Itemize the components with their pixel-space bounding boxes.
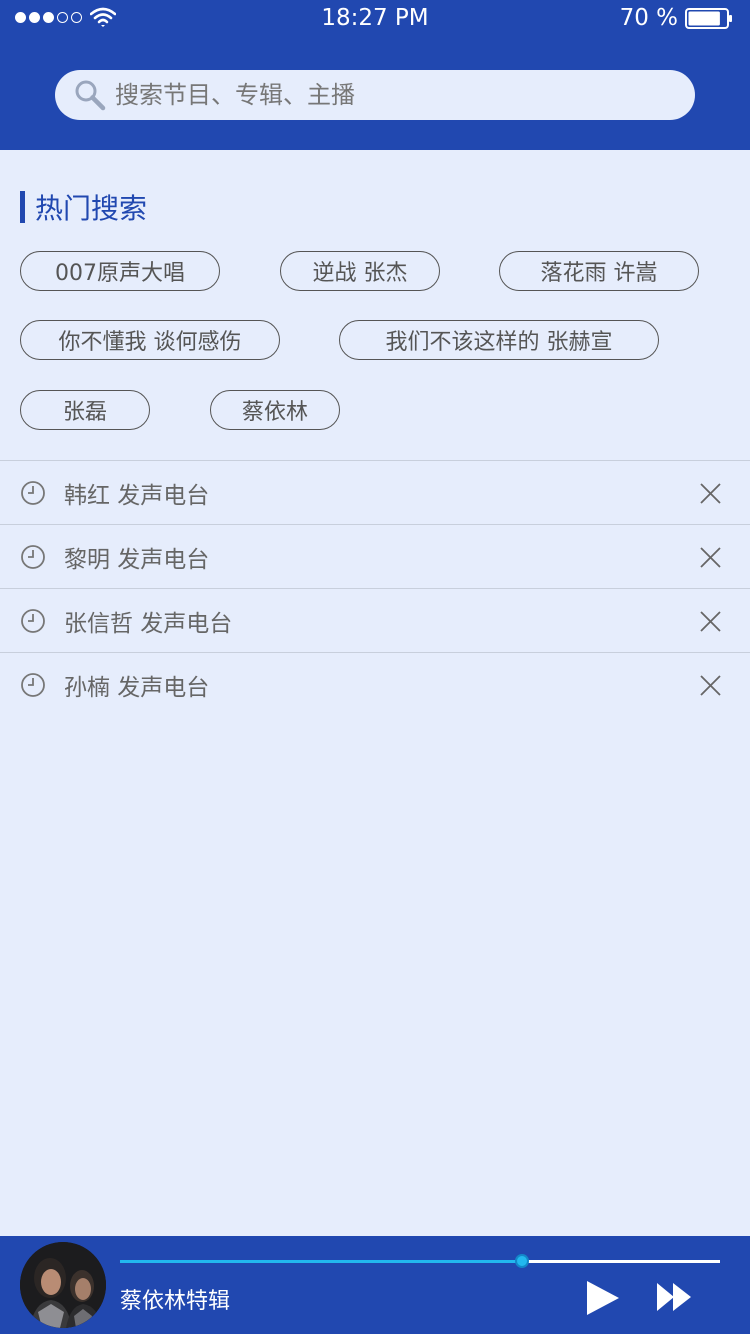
hot-tag[interactable]: 蔡依林 — [210, 390, 340, 430]
hot-tag[interactable]: 落花雨 许嵩 — [499, 251, 699, 291]
clock-icon — [21, 481, 45, 505]
battery-percentage: 70 % — [619, 5, 678, 31]
battery-icon — [685, 8, 732, 29]
clock-icon — [21, 609, 45, 633]
close-icon[interactable] — [700, 675, 721, 696]
hot-search-heading: 热门搜索 — [35, 192, 148, 225]
progress-fill — [120, 1260, 522, 1263]
history-item[interactable]: 孙楠 发声电台 — [0, 653, 750, 717]
history-item-label: 孙楠 发声电台 — [64, 675, 210, 701]
search-history-list: 韩红 发声电台 黎明 发声电台 张信哲 发声电台 孙楠 发声电台 — [0, 460, 750, 717]
close-icon[interactable] — [700, 611, 721, 632]
title-accent-bar — [20, 191, 25, 223]
history-item-label: 韩红 发声电台 — [64, 482, 210, 509]
status-bar: 18:27 PM 70 % — [0, 0, 750, 38]
hot-tag[interactable]: 我们不该这样的 张赫宣 — [339, 320, 659, 360]
album-artwork-image — [20, 1242, 106, 1328]
history-item[interactable]: 韩红 发声电台 — [0, 461, 750, 525]
search-icon — [75, 80, 106, 111]
history-item-label: 黎明 发声电台 — [64, 546, 210, 573]
header: 18:27 PM 70 % — [0, 0, 750, 150]
hot-search-title: 热门搜索 — [20, 190, 148, 225]
close-icon[interactable] — [700, 483, 721, 504]
search-bar[interactable] — [55, 70, 695, 120]
hot-tag[interactable]: 你不懂我 谈何感伤 — [20, 320, 280, 360]
mini-player: 蔡依林特辑 — [0, 1236, 750, 1334]
clock-icon — [21, 673, 45, 697]
history-item[interactable]: 黎明 发声电台 — [0, 525, 750, 589]
play-icon[interactable] — [586, 1280, 620, 1316]
history-item-label: 张信哲 发声电台 — [64, 610, 233, 637]
history-item[interactable]: 张信哲 发声电台 — [0, 589, 750, 653]
album-artwork[interactable] — [20, 1242, 106, 1328]
hot-tag[interactable]: 007原声大唱 — [20, 251, 220, 291]
progress-knob[interactable] — [515, 1254, 529, 1268]
clock-icon — [21, 545, 45, 569]
hot-tag[interactable]: 张磊 — [20, 390, 150, 430]
fast-forward-icon[interactable] — [656, 1282, 692, 1312]
now-playing-title: 蔡依林特辑 — [120, 1289, 231, 1314]
progress-bar[interactable] — [120, 1254, 720, 1268]
hot-tag[interactable]: 逆战 张杰 — [280, 251, 440, 291]
close-icon[interactable] — [700, 547, 721, 568]
search-input[interactable] — [115, 81, 675, 109]
